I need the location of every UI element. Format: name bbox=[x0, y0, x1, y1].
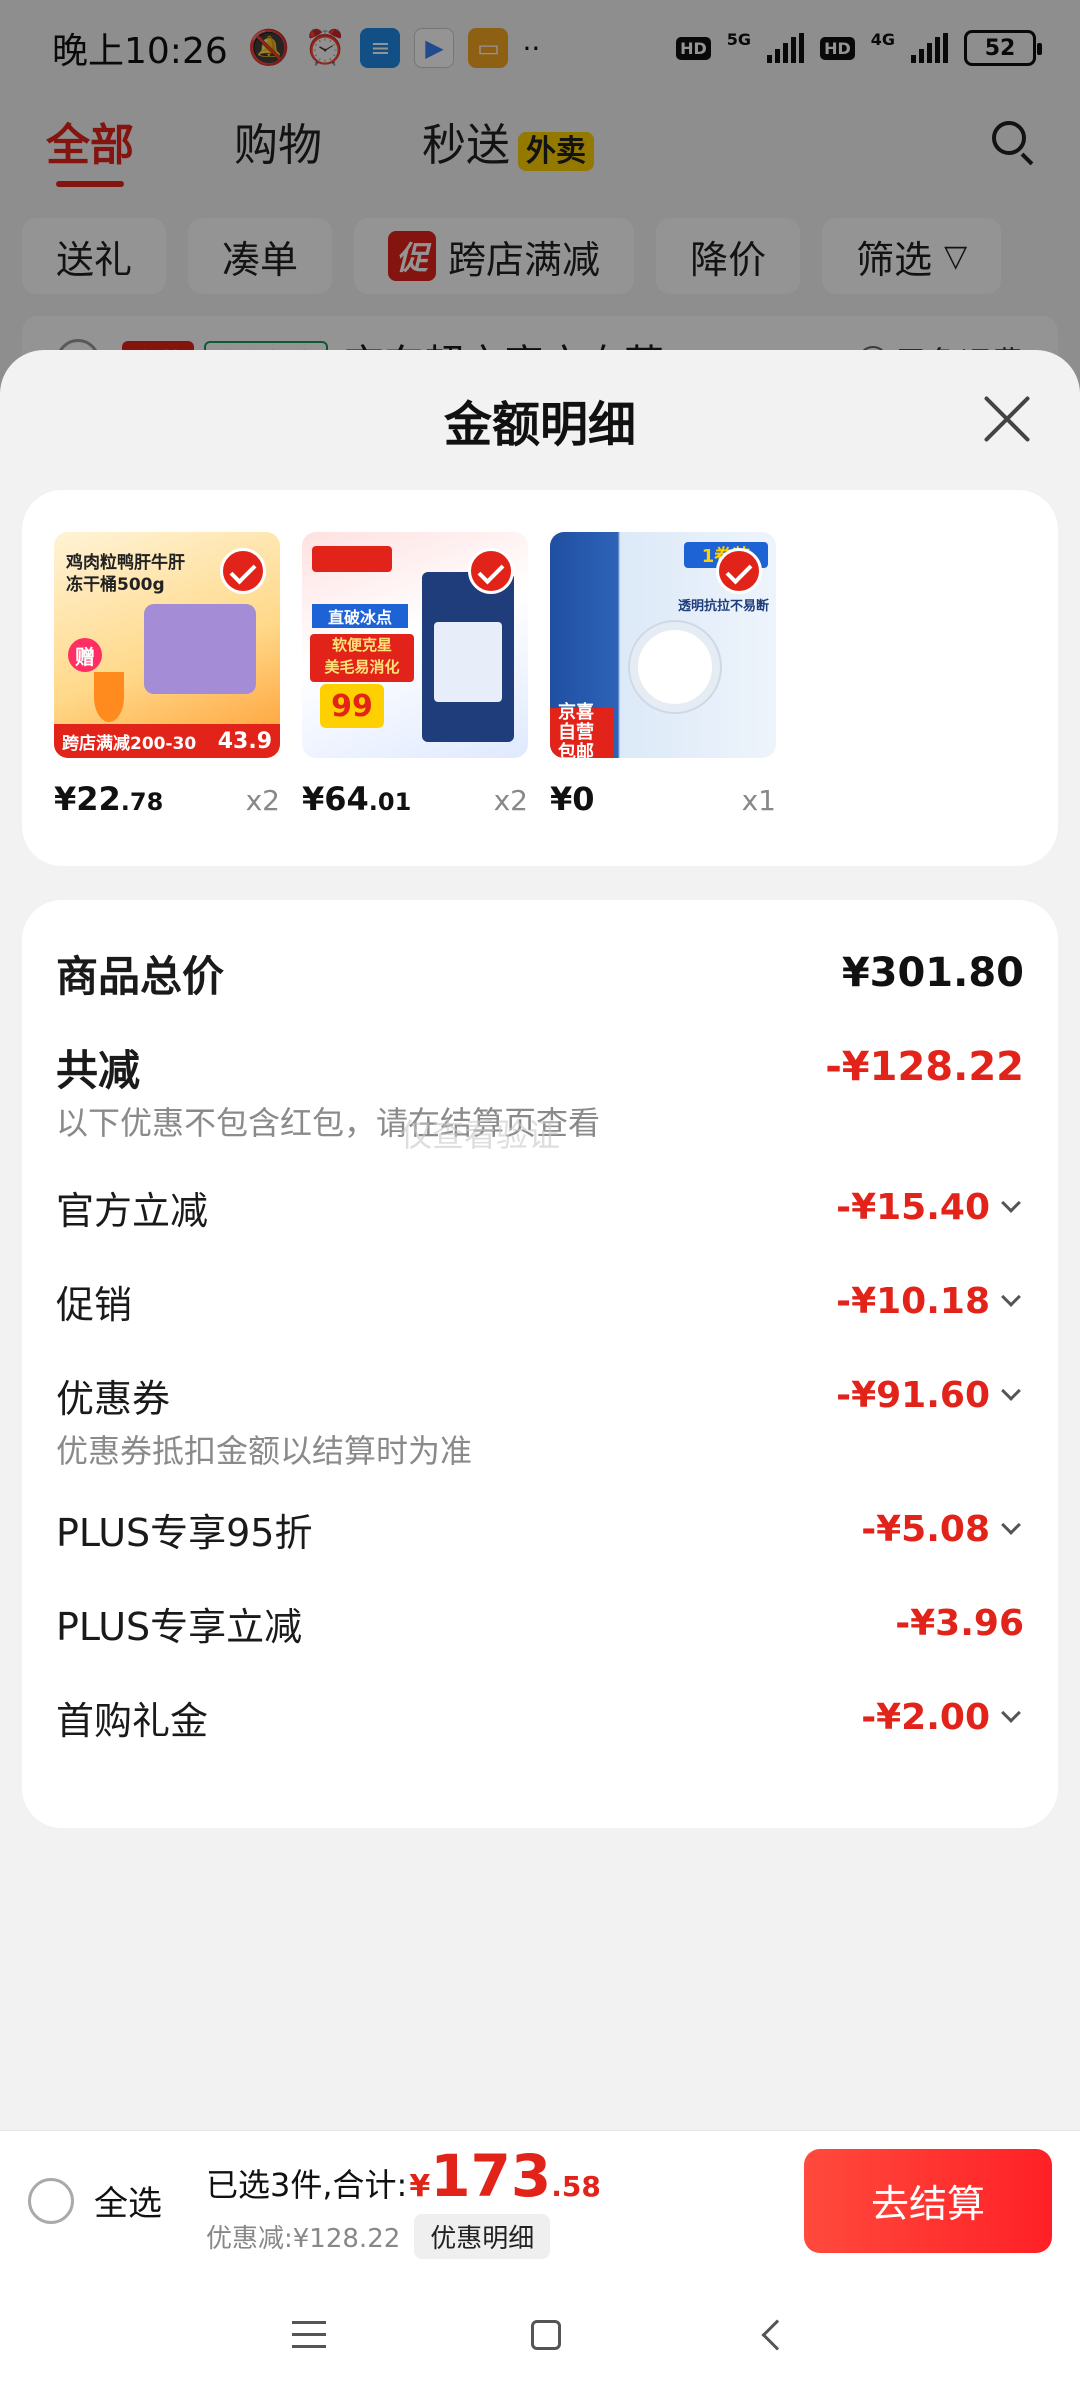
watermark: 仅查看验证 bbox=[400, 1116, 561, 1154]
carrot-graphic bbox=[94, 672, 124, 722]
discount-value: -¥3.96 bbox=[895, 1603, 1024, 1644]
chevron-down-icon[interactable] bbox=[1001, 1193, 1021, 1213]
sheet-title: 金额明细 bbox=[443, 397, 636, 453]
product-bag-label bbox=[434, 622, 502, 702]
product-price: ¥22.78 bbox=[54, 780, 163, 818]
discount-total-text: 优惠减:¥128.22 bbox=[206, 2224, 401, 2254]
discount-line: 优惠减:¥128.22 优惠明细 bbox=[206, 2214, 601, 2259]
discount-amount: -¥10.18 bbox=[836, 1280, 990, 1322]
total-currency: ¥ bbox=[409, 2169, 431, 2204]
discount-amount: -¥5.08 bbox=[861, 1508, 990, 1550]
checkout-bar: 全选 已选3件,合计: ¥ 173 .58 优惠减:¥128.22 优惠明细 去… bbox=[0, 2130, 1080, 2270]
product-image[interactable]: 直破冰点 软便克星 美毛易消化 99 bbox=[302, 532, 528, 758]
discount-row-promotion[interactable]: 促销 -¥10.18 bbox=[56, 1254, 1024, 1348]
discount-amount: -¥2.00 bbox=[861, 1696, 990, 1738]
product-qty: x2 bbox=[493, 784, 528, 817]
menu-icon[interactable] bbox=[292, 2321, 327, 2349]
selected-check-icon[interactable] bbox=[468, 548, 514, 594]
discount-value: -¥5.08 bbox=[861, 1509, 1024, 1550]
selected-count-text: 已选3件,合计: bbox=[206, 2166, 408, 2204]
product-image-text: 透明抗拉不易断 bbox=[678, 599, 770, 614]
total-amount-dec: .58 bbox=[551, 2170, 601, 2203]
total-amount-int: 173 bbox=[430, 2142, 552, 2210]
discount-label: 首购礼金 bbox=[56, 1698, 209, 1743]
total-line: 已选3件,合计: ¥ 173 .58 bbox=[206, 2142, 601, 2210]
product-banner: 京喜自营 包邮 bbox=[550, 703, 614, 758]
product-banner-text: 跨店满减200-30 bbox=[62, 733, 197, 754]
chevron-down-icon[interactable] bbox=[1001, 1703, 1021, 1723]
product-image-text: 软便克星 美毛易消化 bbox=[310, 634, 414, 682]
product-package-shape bbox=[144, 604, 256, 694]
discount-row-first-purchase[interactable]: 首购礼金 -¥2.00 bbox=[56, 1670, 1024, 1764]
price-99-badge: 99 bbox=[320, 684, 384, 728]
product-price-row: ¥22.78 x2 bbox=[54, 780, 280, 818]
discount-amount: -¥3.96 bbox=[895, 1602, 1024, 1644]
discount-amount: -¥15.40 bbox=[836, 1186, 990, 1228]
products-card: 鸡肉粒鸭肝牛肝 冻干桶500g 赠 跨店满减200-30 43.9 ¥22.78… bbox=[22, 490, 1058, 866]
dim-overlay[interactable] bbox=[0, 0, 1080, 400]
sheet-header: 金额明细 bbox=[0, 350, 1080, 490]
product-tag-shape bbox=[312, 546, 392, 572]
discount-label: PLUS专享95折 bbox=[56, 1510, 313, 1555]
selected-check-icon[interactable] bbox=[716, 548, 762, 594]
chevron-down-icon[interactable] bbox=[1001, 1515, 1021, 1535]
discount-row-official[interactable]: 官方立减 -¥15.40 bbox=[56, 1160, 1024, 1254]
checkout-summary: 已选3件,合计: ¥ 173 .58 优惠减:¥128.22 优惠明细 bbox=[206, 2142, 601, 2259]
product-price-row: ¥64.01 x2 bbox=[302, 780, 528, 818]
total-price-value: ¥301.80 bbox=[841, 950, 1024, 996]
product-price-int: ¥22 bbox=[54, 780, 121, 818]
product-qty: x2 bbox=[245, 784, 280, 817]
product-image[interactable]: 1卷装 透明抗拉不易断 京喜自营 包邮 bbox=[550, 532, 776, 758]
product-qty: x1 bbox=[741, 784, 776, 817]
discount-row-plus-reduce: PLUS专享立减 -¥3.96 bbox=[56, 1576, 1024, 1670]
total-reduce-label: 共减 bbox=[56, 1045, 141, 1095]
product-price: ¥64.01 bbox=[302, 780, 411, 818]
discount-value: -¥15.40 bbox=[836, 1187, 1024, 1228]
discount-label: 促销 bbox=[56, 1282, 133, 1327]
select-all-label[interactable]: 全选 bbox=[94, 2176, 162, 2225]
discount-label: PLUS专享立减 bbox=[56, 1604, 303, 1649]
product-image[interactable]: 鸡肉粒鸭肝牛肝 冻干桶500g 赠 跨店满减200-30 43.9 bbox=[54, 532, 280, 758]
gift-badge: 赠 bbox=[68, 638, 102, 672]
amount-detail-sheet: 金额明细 鸡肉粒鸭肝牛肝 冻干桶500g 赠 跨店满减200-30 43.9 ¥… bbox=[0, 350, 1080, 2130]
discount-amount: -¥91.60 bbox=[836, 1374, 990, 1416]
close-icon[interactable] bbox=[980, 392, 1034, 446]
home-icon[interactable] bbox=[530, 2320, 561, 2350]
product-price-int: ¥0 bbox=[550, 780, 595, 818]
product-item[interactable]: 直破冰点 软便克星 美毛易消化 99 ¥64.01 x2 bbox=[302, 532, 528, 866]
product-price-int: ¥64 bbox=[302, 780, 369, 818]
product-price-dec: .78 bbox=[120, 788, 164, 816]
product-price: ¥0 bbox=[550, 780, 595, 818]
selected-check-icon[interactable] bbox=[220, 548, 266, 594]
product-image-text: 鸡肉粒鸭肝牛肝 冻干桶500g bbox=[66, 553, 185, 595]
chevron-down-icon[interactable] bbox=[1001, 1381, 1021, 1401]
total-reduce-value: -¥128.22 bbox=[825, 1044, 1024, 1090]
coupon-note: 优惠券抵扣金额以结算时为准 bbox=[56, 1432, 473, 1470]
discount-label: 官方立减 bbox=[56, 1188, 209, 1233]
discount-detail-button[interactable]: 优惠明细 bbox=[414, 2214, 551, 2259]
product-banner-price: 43.9 bbox=[217, 728, 272, 754]
checkout-button[interactable]: 去结算 bbox=[804, 2148, 1052, 2253]
select-all-radio[interactable] bbox=[28, 2177, 74, 2224]
product-item[interactable]: 1卷装 透明抗拉不易断 京喜自营 包邮 ¥0 x1 bbox=[550, 532, 776, 866]
total-price-row: 商品总价 ¥301.80 bbox=[56, 926, 1024, 1020]
product-banner: 跨店满减200-30 43.9 bbox=[54, 724, 280, 758]
total-price-label: 商品总价 bbox=[56, 951, 225, 1001]
back-icon[interactable] bbox=[761, 2319, 793, 2351]
discount-row-plus-95[interactable]: PLUS专享95折 -¥5.08 bbox=[56, 1482, 1024, 1576]
product-item[interactable]: 鸡肉粒鸭肝牛肝 冻干桶500g 赠 跨店满减200-30 43.9 ¥22.78… bbox=[54, 532, 280, 866]
system-nav-bar bbox=[0, 2270, 1080, 2400]
product-price-row: ¥0 x1 bbox=[550, 780, 776, 818]
chevron-down-icon[interactable] bbox=[1001, 1287, 1021, 1307]
discount-value: -¥10.18 bbox=[836, 1281, 1024, 1322]
price-detail-card: 商品总价 ¥301.80 共减 -¥128.22 以下优惠不包含红包，请在结算页… bbox=[22, 900, 1058, 1828]
discount-value: -¥91.60 bbox=[836, 1375, 1024, 1416]
product-banner-strip: 直破冰点 bbox=[312, 604, 408, 628]
discount-value: -¥2.00 bbox=[861, 1697, 1024, 1738]
discount-label: 优惠券 bbox=[56, 1376, 171, 1421]
product-price-dec: .01 bbox=[368, 788, 412, 816]
tape-roll-graphic bbox=[630, 622, 720, 712]
